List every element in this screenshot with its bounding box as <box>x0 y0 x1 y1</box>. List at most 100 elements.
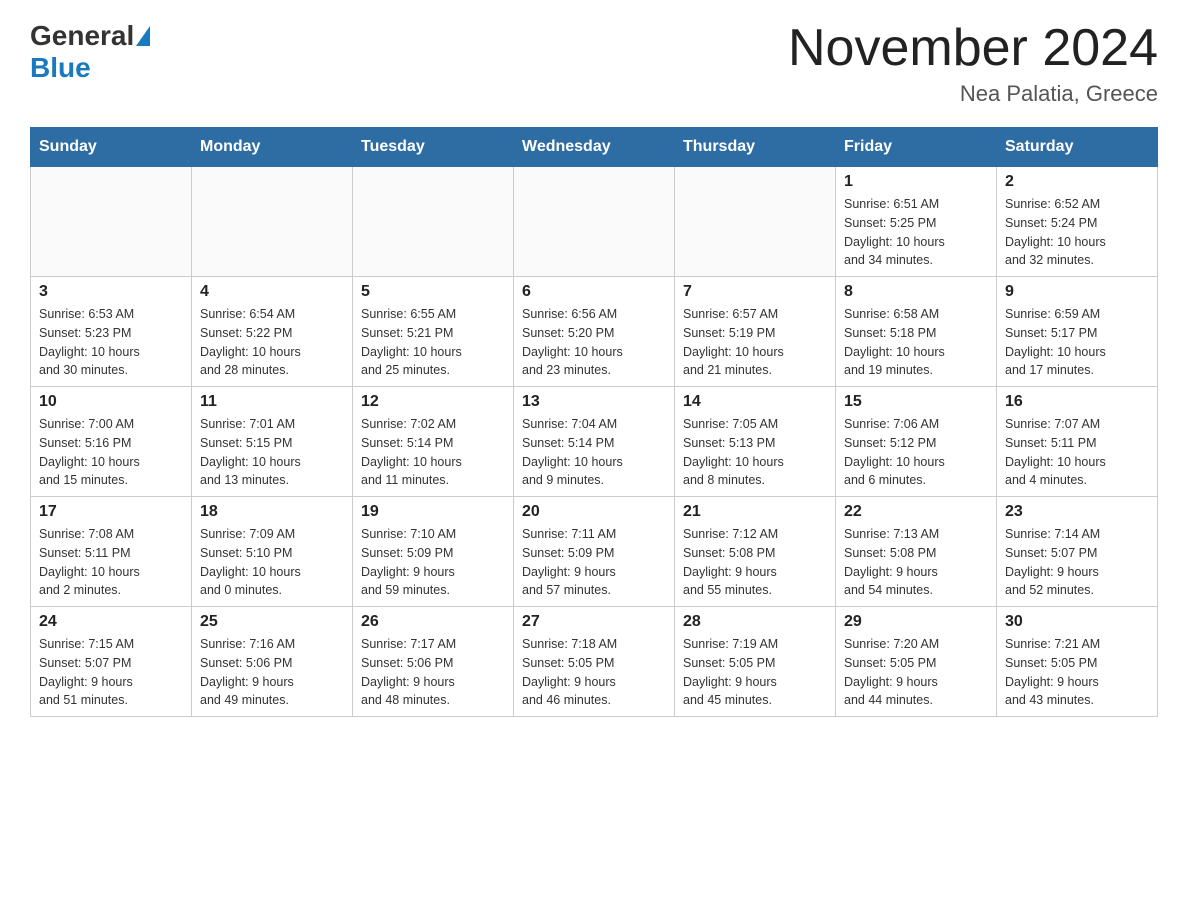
day-info: Sunrise: 7:00 AMSunset: 5:16 PMDaylight:… <box>39 415 183 490</box>
logo-triangle-icon <box>136 26 150 46</box>
calendar-cell: 20Sunrise: 7:11 AMSunset: 5:09 PMDayligh… <box>514 497 675 607</box>
day-info: Sunrise: 7:13 AMSunset: 5:08 PMDaylight:… <box>844 525 988 600</box>
day-info: Sunrise: 6:55 AMSunset: 5:21 PMDaylight:… <box>361 305 505 380</box>
day-info: Sunrise: 7:07 AMSunset: 5:11 PMDaylight:… <box>1005 415 1149 490</box>
day-info: Sunrise: 6:52 AMSunset: 5:24 PMDaylight:… <box>1005 195 1149 270</box>
calendar-week-row: 17 Sunrise: 7:08 AMSunset: 5:11 PMDayligh… <box>31 497 1158 607</box>
day-info: Sunrise: 7:09 AMSunset: 5:10 PMDaylight:… <box>200 525 344 600</box>
logo-blue-text: Blue <box>30 52 91 83</box>
calendar-cell <box>31 167 192 277</box>
calendar-cell: 14 Sunrise: 7:05 AMSunset: 5:13 PMDayligh… <box>675 387 836 497</box>
day-info: Sunrise: 7:11 AMSunset: 5:09 PMDaylight:… <box>522 525 666 600</box>
day-info: Sunrise: 6:53 AMSunset: 5:23 PMDaylight:… <box>39 305 183 380</box>
calendar-cell <box>353 167 514 277</box>
calendar-cell: 22Sunrise: 7:13 AMSunset: 5:08 PMDayligh… <box>836 497 997 607</box>
calendar-cell: 9 Sunrise: 6:59 AMSunset: 5:17 PMDaylight… <box>997 277 1158 387</box>
logo: General Blue <box>30 20 152 84</box>
day-number: 29 <box>844 613 988 631</box>
calendar-cell: 16 Sunrise: 7:07 AMSunset: 5:11 PMDayligh… <box>997 387 1158 497</box>
day-info: Sunrise: 6:51 AMSunset: 5:25 PMDaylight:… <box>844 195 988 270</box>
day-info: Sunrise: 7:19 AMSunset: 5:05 PMDaylight:… <box>683 635 827 710</box>
calendar-cell: 3 Sunrise: 6:53 AMSunset: 5:23 PMDaylight… <box>31 277 192 387</box>
day-info: Sunrise: 7:08 AMSunset: 5:11 PMDaylight:… <box>39 525 183 600</box>
title-area: November 2024 Nea Palatia, Greece <box>788 20 1158 107</box>
day-info: Sunrise: 7:15 AMSunset: 5:07 PMDaylight:… <box>39 635 183 710</box>
day-info: Sunrise: 7:21 AMSunset: 5:05 PMDaylight:… <box>1005 635 1149 710</box>
day-info: Sunrise: 7:10 AMSunset: 5:09 PMDaylight:… <box>361 525 505 600</box>
weekday-header-saturday: Saturday <box>997 128 1158 167</box>
weekday-header-tuesday: Tuesday <box>353 128 514 167</box>
calendar-cell: 28 Sunrise: 7:19 AMSunset: 5:05 PMDayligh… <box>675 607 836 717</box>
day-info: Sunrise: 6:54 AMSunset: 5:22 PMDaylight:… <box>200 305 344 380</box>
location-title: Nea Palatia, Greece <box>788 81 1158 107</box>
calendar-cell <box>675 167 836 277</box>
day-number: 14 <box>683 393 827 411</box>
calendar-cell: 10 Sunrise: 7:00 AMSunset: 5:16 PMDayligh… <box>31 387 192 497</box>
calendar-table: SundayMondayTuesdayWednesdayThursdayFrid… <box>30 127 1158 717</box>
day-number: 30 <box>1005 613 1149 631</box>
day-number: 11 <box>200 393 344 411</box>
day-number: 17 <box>39 503 183 521</box>
day-info: Sunrise: 6:58 AMSunset: 5:18 PMDaylight:… <box>844 305 988 380</box>
day-number: 2 <box>1005 173 1149 191</box>
day-number: 4 <box>200 283 344 301</box>
calendar-cell: 4 Sunrise: 6:54 AMSunset: 5:22 PMDaylight… <box>192 277 353 387</box>
day-info: Sunrise: 7:14 AMSunset: 5:07 PMDaylight:… <box>1005 525 1149 600</box>
calendar-cell: 5 Sunrise: 6:55 AMSunset: 5:21 PMDaylight… <box>353 277 514 387</box>
day-info: Sunrise: 7:06 AMSunset: 5:12 PMDaylight:… <box>844 415 988 490</box>
day-number: 12 <box>361 393 505 411</box>
calendar-cell: 30 Sunrise: 7:21 AMSunset: 5:05 PMDayligh… <box>997 607 1158 717</box>
calendar-cell: 18 Sunrise: 7:09 AMSunset: 5:10 PMDayligh… <box>192 497 353 607</box>
day-number: 8 <box>844 283 988 301</box>
calendar-cell: 12 Sunrise: 7:02 AMSunset: 5:14 PMDayligh… <box>353 387 514 497</box>
day-info: Sunrise: 6:59 AMSunset: 5:17 PMDaylight:… <box>1005 305 1149 380</box>
calendar-cell <box>514 167 675 277</box>
day-number: 9 <box>1005 283 1149 301</box>
calendar-cell <box>192 167 353 277</box>
day-number: 5 <box>361 283 505 301</box>
weekday-header-monday: Monday <box>192 128 353 167</box>
weekday-header-sunday: Sunday <box>31 128 192 167</box>
calendar-cell: 23 Sunrise: 7:14 AMSunset: 5:07 PMDayligh… <box>997 497 1158 607</box>
day-number: 15 <box>844 393 988 411</box>
weekday-header-friday: Friday <box>836 128 997 167</box>
calendar-cell: 21 Sunrise: 7:12 AMSunset: 5:08 PMDayligh… <box>675 497 836 607</box>
day-number: 21 <box>683 503 827 521</box>
day-number: 13 <box>522 393 666 411</box>
calendar-week-row: 24Sunrise: 7:15 AMSunset: 5:07 PMDayligh… <box>31 607 1158 717</box>
weekday-header-row: SundayMondayTuesdayWednesdayThursdayFrid… <box>31 128 1158 167</box>
day-info: Sunrise: 6:56 AMSunset: 5:20 PMDaylight:… <box>522 305 666 380</box>
day-info: Sunrise: 7:01 AMSunset: 5:15 PMDaylight:… <box>200 415 344 490</box>
calendar-cell: 15 Sunrise: 7:06 AMSunset: 5:12 PMDayligh… <box>836 387 997 497</box>
weekday-header-thursday: Thursday <box>675 128 836 167</box>
day-number: 1 <box>844 173 988 191</box>
logo-general-text: General <box>30 20 134 52</box>
calendar-cell: 19 Sunrise: 7:10 AMSunset: 5:09 PMDayligh… <box>353 497 514 607</box>
day-info: Sunrise: 7:18 AMSunset: 5:05 PMDaylight:… <box>522 635 666 710</box>
day-number: 27 <box>522 613 666 631</box>
calendar-cell: 13Sunrise: 7:04 AMSunset: 5:14 PMDayligh… <box>514 387 675 497</box>
day-info: Sunrise: 7:12 AMSunset: 5:08 PMDaylight:… <box>683 525 827 600</box>
calendar-cell: 8 Sunrise: 6:58 AMSunset: 5:18 PMDaylight… <box>836 277 997 387</box>
day-number: 26 <box>361 613 505 631</box>
calendar-cell: 11 Sunrise: 7:01 AMSunset: 5:15 PMDayligh… <box>192 387 353 497</box>
weekday-header-wednesday: Wednesday <box>514 128 675 167</box>
month-title: November 2024 <box>788 20 1158 77</box>
day-number: 6 <box>522 283 666 301</box>
day-number: 23 <box>1005 503 1149 521</box>
calendar-week-row: 3 Sunrise: 6:53 AMSunset: 5:23 PMDaylight… <box>31 277 1158 387</box>
calendar-cell: 7Sunrise: 6:57 AMSunset: 5:19 PMDaylight… <box>675 277 836 387</box>
day-info: Sunrise: 7:02 AMSunset: 5:14 PMDaylight:… <box>361 415 505 490</box>
day-number: 16 <box>1005 393 1149 411</box>
day-info: Sunrise: 7:05 AMSunset: 5:13 PMDaylight:… <box>683 415 827 490</box>
day-number: 18 <box>200 503 344 521</box>
day-number: 10 <box>39 393 183 411</box>
calendar-cell: 6 Sunrise: 6:56 AMSunset: 5:20 PMDaylight… <box>514 277 675 387</box>
calendar-cell: 29Sunrise: 7:20 AMSunset: 5:05 PMDayligh… <box>836 607 997 717</box>
day-info: Sunrise: 6:57 AMSunset: 5:19 PMDaylight:… <box>683 305 827 380</box>
calendar-cell: 1 Sunrise: 6:51 AMSunset: 5:25 PMDaylight… <box>836 167 997 277</box>
day-number: 3 <box>39 283 183 301</box>
calendar-week-row: 10 Sunrise: 7:00 AMSunset: 5:16 PMDayligh… <box>31 387 1158 497</box>
day-number: 19 <box>361 503 505 521</box>
day-number: 28 <box>683 613 827 631</box>
